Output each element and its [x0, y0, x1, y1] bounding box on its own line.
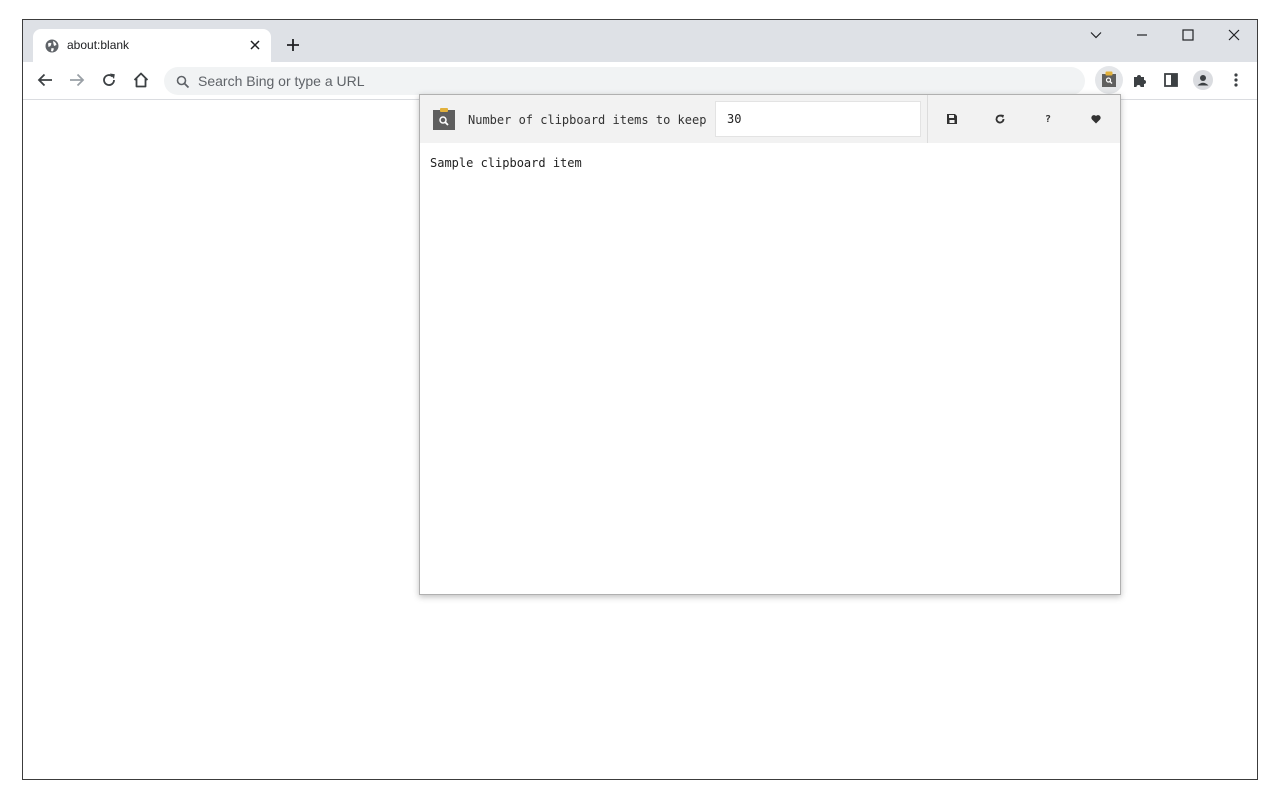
clipboard-item[interactable]: Sample clipboard item [430, 156, 582, 170]
home-icon[interactable] [131, 70, 151, 90]
address-bar-placeholder: Search Bing or type a URL [198, 73, 365, 89]
save-icon[interactable] [940, 107, 964, 131]
items-to-keep-label: Number of clipboard items to keep [468, 113, 707, 127]
items-to-keep-input[interactable] [715, 101, 921, 137]
plus-icon[interactable] [284, 36, 302, 54]
window-close-icon[interactable] [1211, 20, 1257, 50]
maximize-icon[interactable] [1165, 20, 1211, 50]
puzzle-icon[interactable] [1130, 70, 1150, 90]
close-icon[interactable] [247, 37, 263, 53]
side-panel-icon[interactable] [1161, 70, 1181, 90]
tab-about-blank[interactable]: about:blank [33, 29, 271, 62]
clipboard-extension-popup: Number of clipboard items to keep ? Samp… [419, 94, 1121, 595]
back-arrow-icon[interactable] [35, 70, 55, 90]
help-button[interactable]: ? [1036, 107, 1060, 131]
globe-icon [45, 38, 59, 53]
clipboard-extension-button[interactable] [1095, 66, 1123, 94]
chevron-down-icon[interactable] [1073, 20, 1119, 50]
heart-icon[interactable] [1084, 107, 1108, 131]
refresh-icon[interactable] [988, 107, 1012, 131]
forward-arrow-icon[interactable] [67, 70, 87, 90]
tab-strip: about:blank [23, 20, 1257, 62]
profile-icon[interactable] [1193, 70, 1213, 90]
minimize-icon[interactable] [1119, 20, 1165, 50]
clipboard-extension-icon [433, 108, 455, 130]
reload-icon[interactable] [99, 70, 119, 90]
search-icon [176, 74, 190, 89]
kebab-menu-icon[interactable] [1226, 70, 1246, 90]
popup-header: Number of clipboard items to keep ? [420, 95, 1120, 143]
clipboard-extension-icon [1102, 71, 1116, 87]
header-divider [927, 95, 928, 143]
address-bar[interactable]: Search Bing or type a URL [164, 67, 1085, 95]
tab-title: about:blank [67, 38, 130, 52]
